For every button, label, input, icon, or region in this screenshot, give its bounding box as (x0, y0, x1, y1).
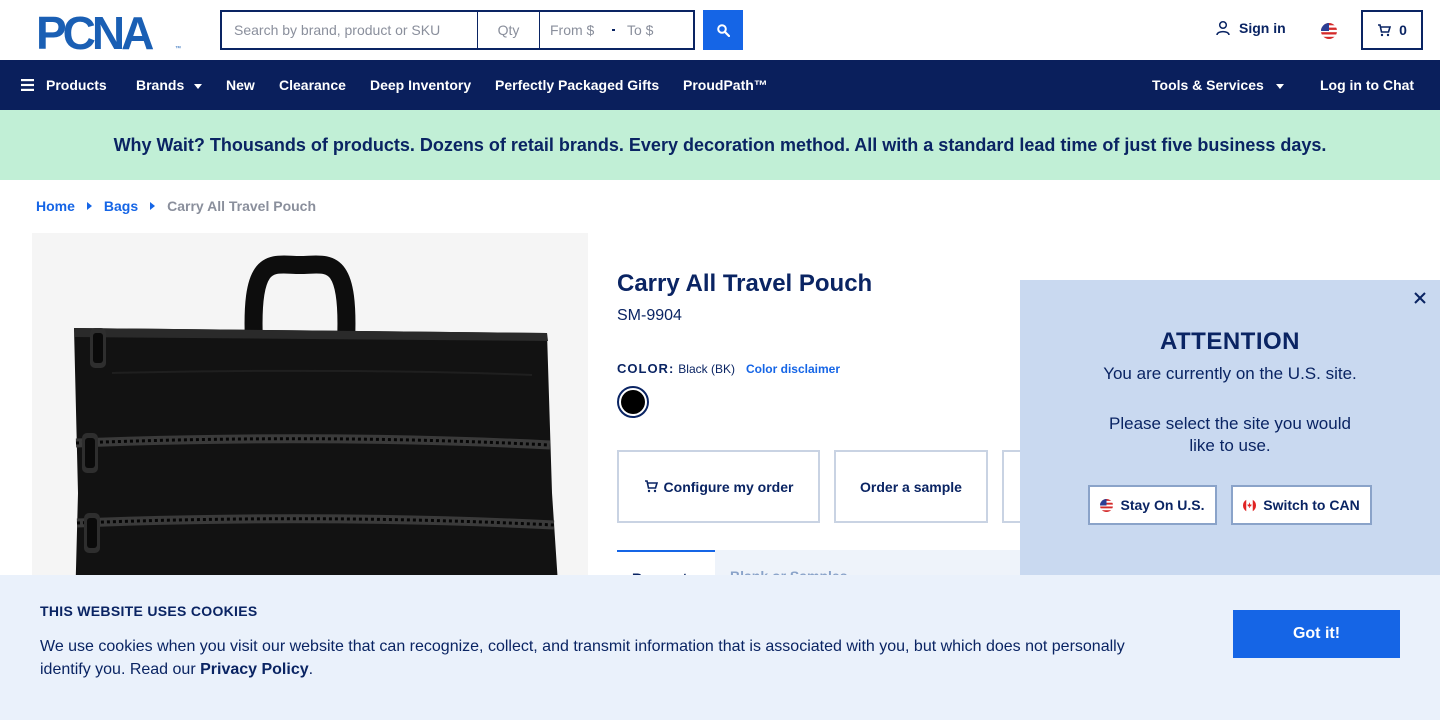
color-value: Black (BK) (678, 362, 735, 376)
nav-tools-services-label: Tools & Services (1152, 77, 1264, 93)
nav-clearance[interactable]: Clearance (279, 60, 346, 110)
attention-title: ATTENTION (1159, 328, 1301, 355)
nav-packaged-gifts[interactable]: Perfectly Packaged Gifts (495, 60, 659, 110)
cart-icon (644, 480, 658, 493)
color-row: COLOR: Black (BK) Color disclaimer (617, 361, 840, 376)
configure-order-button[interactable]: Configure my order (617, 450, 820, 523)
search-button[interactable] (703, 10, 743, 50)
nav-proudpath-label: ProudPath™ (683, 77, 768, 93)
cookie-message: We use cookies when you visit our websit… (40, 635, 1150, 681)
range-dash (612, 29, 615, 31)
nav-chat-login[interactable]: Log in to Chat (1320, 60, 1414, 110)
chevron-down-icon (194, 83, 203, 89)
chevron-down-icon (1275, 83, 1284, 89)
pcna-logo[interactable]: PCNA ™ (36, 12, 184, 52)
search-form (220, 10, 695, 50)
caret-right-icon (150, 202, 156, 210)
nav-brands-label: Brands (136, 77, 185, 93)
signin-link[interactable]: Sign in (1215, 20, 1286, 36)
nav-brands[interactable]: Brands (136, 60, 203, 110)
switch-can-button[interactable]: Switch to CAN (1231, 485, 1372, 525)
nav-tools-services[interactable]: Tools & Services (1152, 60, 1284, 110)
cart-count: 0 (1399, 22, 1407, 38)
top-header: PCNA ™ Sign in (0, 0, 1440, 60)
breadcrumb-home[interactable]: Home (36, 198, 75, 214)
main-nav: Products Brands New Clearance Deep Inven… (0, 60, 1440, 110)
cart-button[interactable]: 0 (1361, 10, 1423, 50)
nav-deep-inventory-label: Deep Inventory (370, 77, 472, 93)
price-range (540, 10, 695, 50)
nav-products[interactable]: Products (21, 60, 107, 110)
svg-text:™: ™ (175, 45, 181, 52)
qty-input[interactable] (478, 10, 540, 50)
search-input[interactable] (220, 10, 478, 50)
breadcrumb-current: Carry All Travel Pouch (167, 198, 317, 214)
attention-message: You are currently on the U.S. site. (1103, 364, 1357, 383)
got-it-button[interactable]: Got it! (1233, 610, 1400, 658)
switch-can-label: Switch to CAN (1263, 497, 1360, 513)
price-to-input[interactable] (627, 22, 683, 38)
cookie-text-end: . (308, 661, 314, 678)
logo-text: PCNA (36, 12, 153, 52)
product-title: Carry All Travel Pouch (617, 270, 873, 297)
nav-chat-login-label: Log in to Chat (1320, 77, 1415, 93)
cart-icon (1378, 23, 1392, 36)
cookie-title: THIS WEBSITE USES COOKIES (40, 603, 258, 619)
color-label: COLOR: (617, 361, 675, 376)
nav-clearance-label: Clearance (279, 77, 346, 93)
signin-label: Sign in (1239, 20, 1286, 36)
nav-packaged-gifts-label: Perfectly Packaged Gifts (495, 77, 660, 93)
nav-new[interactable]: New (226, 60, 255, 110)
promo-banner: Why Wait? Thousands of products. Dozens … (0, 110, 1440, 180)
order-sample-label: Order a sample (860, 478, 962, 495)
stay-us-button[interactable]: Stay On U.S. (1088, 485, 1217, 525)
promo-text: Why Wait? Thousands of products. Dozens … (113, 134, 1327, 155)
attention-prompt: Please select the site you would like to… (1109, 414, 1351, 455)
swatch-fill (621, 390, 645, 414)
nav-products-label: Products (46, 77, 107, 93)
canada-flag-icon (1243, 498, 1257, 512)
order-sample-button[interactable]: Order a sample (834, 450, 988, 523)
us-flag-icon[interactable] (1321, 23, 1337, 39)
nav-new-label: New (226, 77, 255, 93)
caret-right-icon (86, 202, 92, 210)
breadcrumb-bags[interactable]: Bags (104, 198, 138, 214)
cookie-banner: THIS WEBSITE USES COOKIES We use cookies… (0, 575, 1440, 720)
user-icon (1216, 20, 1230, 36)
price-from-input[interactable] (550, 22, 606, 38)
privacy-policy-link[interactable]: Privacy Policy (200, 661, 309, 678)
site-select-popup: ATTENTION You are currently on the U.S. … (1020, 280, 1440, 575)
breadcrumb: Home Bags Carry All Travel Pouch (36, 198, 316, 214)
nav-proudpath[interactable]: ProudPath™ (683, 60, 768, 110)
configure-order-label: Configure my order (663, 478, 794, 495)
color-swatch-black[interactable] (617, 386, 649, 418)
product-sku: SM-9904 (617, 307, 682, 324)
nav-deep-inventory[interactable]: Deep Inventory (370, 60, 471, 110)
hamburger-icon (21, 79, 34, 91)
search-icon (716, 23, 730, 37)
stay-us-label: Stay On U.S. (1120, 497, 1205, 513)
us-flag-icon (1100, 498, 1114, 512)
close-icon[interactable] (1410, 288, 1430, 308)
color-disclaimer-link[interactable]: Color disclaimer (746, 362, 840, 376)
